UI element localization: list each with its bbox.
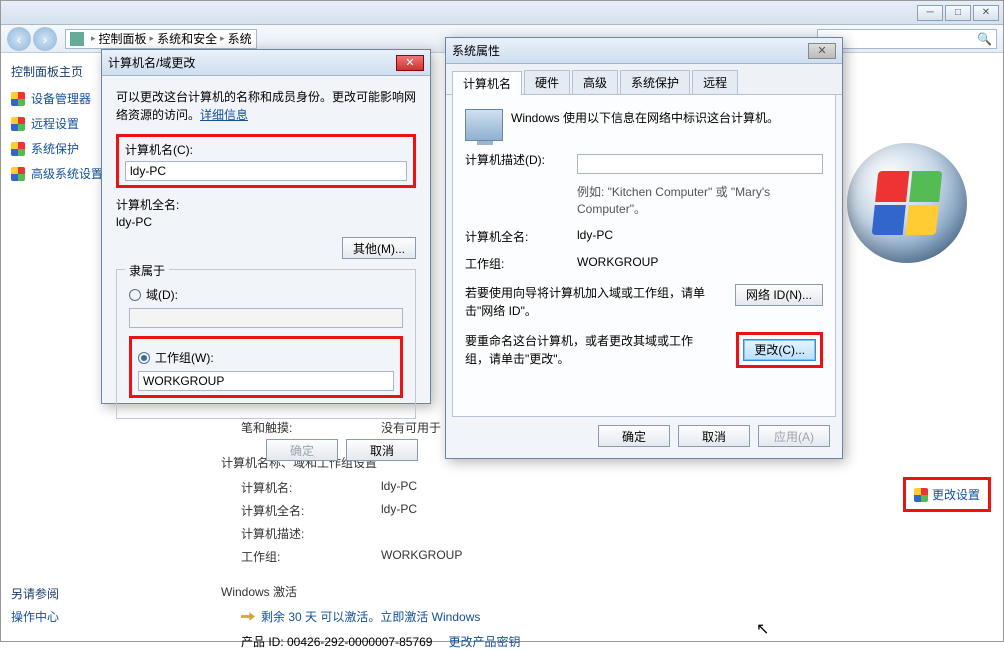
activation-link[interactable]: 剩余 30 天 可以激活。立即激活 Windows <box>241 608 983 625</box>
cancel-button[interactable]: 取消 <box>678 425 750 447</box>
member-of-fieldset: 隶属于 域(D): 工作组(W): <box>116 269 416 419</box>
computer-name-value: ldy-PC <box>381 479 417 496</box>
shield-icon <box>914 488 928 502</box>
sidebar-item-label: 设备管理器 <box>31 90 91 107</box>
key-icon <box>241 610 255 624</box>
back-button[interactable]: ‹ <box>7 27 31 51</box>
domain-radio[interactable] <box>129 289 141 301</box>
change-settings-link[interactable]: 更改设置 <box>914 486 980 503</box>
ok-button[interactable]: 确定 <box>266 439 338 461</box>
breadcrumb-item[interactable]: 控制面板 <box>99 30 147 47</box>
full-name-label: 计算机全名: <box>465 228 577 245</box>
change-button-highlight: 更改(C)... <box>736 332 823 368</box>
domain-radio-row[interactable]: 域(D): <box>129 286 403 303</box>
breadcrumb[interactable]: ▸ 控制面板 ▸ 系统和安全 ▸ 系统 <box>65 29 257 49</box>
dialog-system-properties: 系统属性 ✕ 计算机名 硬件 高级 系统保护 远程 Windows 使用以下信息… <box>445 37 843 459</box>
maximize-button[interactable]: □ <box>945 5 971 21</box>
rename-text: 要重命名这台计算机，或者更改其域或工作组，请单击"更改"。 <box>465 332 715 368</box>
workgroup-radio[interactable] <box>138 352 150 364</box>
search-input[interactable]: 🔍 <box>817 29 997 49</box>
sidebar-item-label: 系统保护 <box>31 140 79 157</box>
cursor-icon: ↖ <box>756 619 769 639</box>
computer-name-input[interactable] <box>125 161 407 181</box>
other-button[interactable]: 其他(M)... <box>342 237 416 259</box>
workgroup-value: WORKGROUP <box>577 255 658 272</box>
wizard-text: 若要使用向导将计算机加入域或工作组，请单击"网络 ID"。 <box>465 284 715 320</box>
sidebar-item-label: 高级系统设置 <box>31 165 103 182</box>
computer-name-label: 计算机名: <box>241 479 381 496</box>
tab-hardware[interactable]: 硬件 <box>524 70 570 94</box>
workgroup-value: WORKGROUP <box>381 548 462 565</box>
tab-system-protection[interactable]: 系统保护 <box>620 70 690 94</box>
shield-icon <box>11 117 25 131</box>
member-of-legend: 隶属于 <box>125 262 169 279</box>
tab-advanced[interactable]: 高级 <box>572 70 618 94</box>
see-also-label: 另请参阅 <box>11 585 59 602</box>
windows-logo <box>847 143 967 263</box>
cancel-button[interactable]: 取消 <box>346 439 418 461</box>
change-settings-label: 更改设置 <box>932 486 980 503</box>
computer-name-highlight: 计算机名(C): <box>116 134 416 188</box>
dialog-titlebar[interactable]: 计算机名/域更改 ✕ <box>102 50 430 76</box>
dialog-description: 可以更改这台计算机的名称和成员身份。更改可能影响网络资源的访问。详细信息 <box>116 88 416 124</box>
network-id-button[interactable]: 网络 ID(N)... <box>735 284 823 306</box>
tab-remote[interactable]: 远程 <box>692 70 738 94</box>
change-settings-highlight: 更改设置 <box>903 477 991 512</box>
workgroup-label: 工作组(W): <box>155 349 214 366</box>
computer-name-field-label: 计算机名(C): <box>125 141 407 158</box>
shield-icon <box>11 92 25 106</box>
forward-button[interactable]: › <box>33 27 57 51</box>
shield-icon <box>11 167 25 181</box>
dialog-titlebar[interactable]: 系统属性 ✕ <box>446 38 842 64</box>
domain-label: 域(D): <box>146 286 178 303</box>
dialog-close-button[interactable]: ✕ <box>396 55 424 71</box>
search-icon: 🔍 <box>977 32 992 46</box>
tab-computer-name[interactable]: 计算机名 <box>452 71 522 95</box>
full-name-label: 计算机全名: <box>241 502 381 519</box>
workgroup-label: 工作组: <box>465 255 577 272</box>
breadcrumb-item[interactable]: 系统和安全 <box>157 30 217 47</box>
full-name-value: ldy-PC <box>577 228 613 245</box>
sidebar-item-label: 远程设置 <box>31 115 79 132</box>
close-button[interactable]: ✕ <box>973 5 999 21</box>
ok-button[interactable]: 确定 <box>598 425 670 447</box>
dialog-close-button[interactable]: ✕ <box>808 43 836 59</box>
action-center-link[interactable]: 操作中心 <box>11 608 59 625</box>
computer-description-input[interactable] <box>577 154 823 174</box>
computer-icon <box>465 109 503 141</box>
workgroup-highlight: 工作组(W): <box>129 336 403 398</box>
change-button[interactable]: 更改(C)... <box>743 339 816 361</box>
workgroup-radio-row[interactable]: 工作组(W): <box>138 349 394 366</box>
apply-button[interactable]: 应用(A) <box>758 425 830 447</box>
breadcrumb-item[interactable]: 系统 <box>228 30 252 47</box>
dialog-title: 计算机名/域更改 <box>108 54 195 71</box>
intro-text: Windows 使用以下信息在网络中标识这台计算机。 <box>511 109 779 127</box>
activation-text: 剩余 30 天 可以激活。立即激活 Windows <box>261 608 480 625</box>
shield-icon <box>11 142 25 156</box>
domain-input[interactable] <box>129 308 403 328</box>
workgroup-label: 工作组: <box>241 548 381 565</box>
window-titlebar: ─ □ ✕ <box>1 1 1003 25</box>
desc-label: 计算机描述(D): <box>465 151 577 174</box>
full-name-value: ldy-PC <box>381 502 417 519</box>
dialog-computer-name-domain: 计算机名/域更改 ✕ 可以更改这台计算机的名称和成员身份。更改可能影响网络资源的… <box>101 49 431 404</box>
workgroup-input[interactable] <box>138 371 394 391</box>
minimize-button[interactable]: ─ <box>917 5 943 21</box>
desc-example: 例如: "Kitchen Computer" 或 "Mary's Compute… <box>577 184 823 218</box>
full-name-label: 计算机全名: <box>116 196 416 213</box>
dialog-title: 系统属性 <box>452 42 500 59</box>
detail-link[interactable]: 详细信息 <box>200 108 248 122</box>
desc-label: 计算机描述: <box>241 525 381 542</box>
tabs: 计算机名 硬件 高级 系统保护 远程 <box>446 64 842 95</box>
full-name-value: ldy-PC <box>116 215 416 229</box>
computer-icon <box>70 32 84 46</box>
activation-title: Windows 激活 <box>221 583 983 600</box>
